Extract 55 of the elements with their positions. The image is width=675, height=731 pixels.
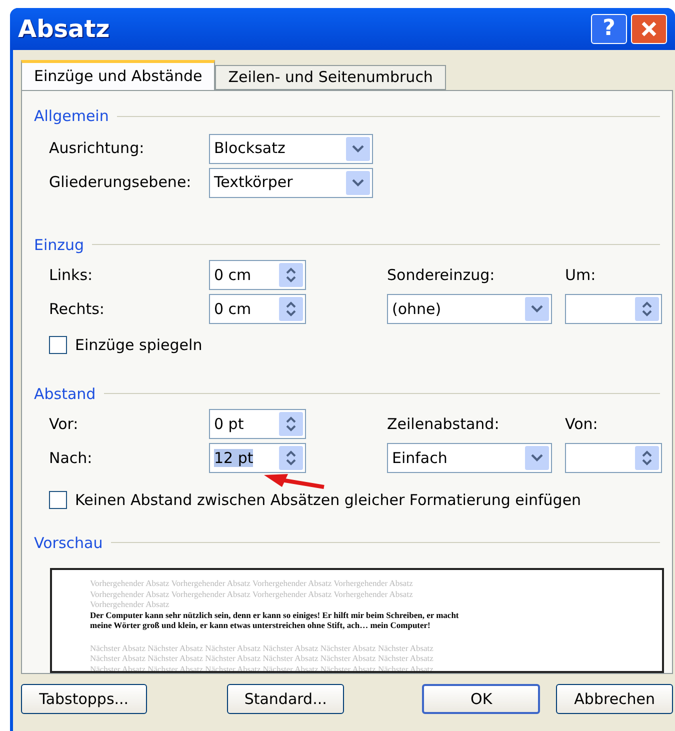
spinner-arrows-icon: [279, 412, 303, 436]
help-button[interactable]: ?: [591, 14, 627, 44]
spinner-arrows-icon: [279, 297, 303, 321]
close-button[interactable]: [631, 14, 667, 44]
section-heading: Vorschau: [34, 532, 103, 554]
section-heading: Einzug: [34, 234, 84, 256]
spin-field[interactable]: 0 cm: [209, 294, 306, 324]
spin-field[interactable]: [565, 294, 662, 324]
preview-line: Nächster Absatz Nächster Absatz Nächster Absatz Nächster Absatz Nächster Absatz Nächster Absatz: [90, 653, 434, 664]
checkbox-label: Einzüge spiegeln: [75, 335, 202, 356]
dropdown-caret-icon: [346, 170, 370, 194]
dialog-button[interactable]: Standard...: [226, 684, 344, 714]
preview-line: meine Wörter groß und klein, er kann etwas unterstreichen ohne Stift, ach… mein Computer!: [90, 620, 432, 630]
spinner-arrows-icon: [279, 446, 303, 470]
dialog-button[interactable]: Tabstopps...: [21, 684, 147, 714]
window-title: Absatz: [18, 14, 111, 45]
dropdown-caret-icon: [525, 446, 549, 470]
field-label: Links:: [49, 264, 94, 286]
spinner-arrows-icon: [279, 263, 303, 287]
spin-field[interactable]: [565, 443, 662, 473]
field-label: Von:: [565, 414, 599, 435]
spin-field[interactable]: 0 pt: [209, 409, 306, 439]
field-label: Ausrichtung:: [49, 138, 146, 160]
dropdown[interactable]: Einfach: [387, 443, 552, 473]
preview-line: Vorhergehender Absatz Vorhergehender Absatz Vorhergehender Absatz Vorhergehender Absatz: [90, 578, 414, 588]
field-label: Rechts:: [49, 298, 106, 320]
dropdown[interactable]: Blocksatz: [209, 134, 373, 164]
dropdown[interactable]: (ohne): [387, 294, 552, 324]
section-heading: Abstand: [34, 384, 96, 404]
close-icon: [640, 20, 658, 38]
field-label: Sondereinzug:: [387, 264, 496, 286]
tab[interactable]: Zeilen- und Seitenumbruch: [215, 65, 446, 90]
dropdown-caret-icon: [346, 136, 370, 160]
field-label: Zeilenabstand:: [387, 414, 500, 435]
field-label: Gliederungsebene:: [49, 172, 192, 194]
preview-line: Der Computer kann sehr nützlich sein, denn er kann so einiges! Er hilft mir beim Schreiben, er macht: [90, 610, 460, 620]
section-heading: Allgemein: [34, 106, 109, 127]
preview-line: Vorhergehender Absatz: [90, 599, 170, 610]
dialog-button[interactable]: OK: [422, 684, 540, 714]
dialog-button[interactable]: Abbrechen: [556, 684, 673, 714]
tab[interactable]: Einzüge und Abstände: [21, 60, 216, 90]
preview-line: Nächster Absatz Nächster Absatz Nächster Absatz Nächster Absatz Nächster Absatz Nächster Absatz: [90, 642, 434, 653]
checkbox[interactable]: [49, 336, 67, 354]
spin-field[interactable]: 12 pt: [209, 443, 306, 473]
dropdown[interactable]: Textkörper: [209, 168, 373, 198]
field-label: Vor:: [49, 414, 80, 435]
field-label: Um:: [565, 264, 597, 286]
spinner-arrows-icon: [635, 446, 659, 470]
spinner-arrows-icon: [635, 297, 659, 321]
checkbox-label: Keinen Abstand zwischen Absätzen gleicher Formatierung einfügen: [75, 490, 582, 511]
field-label: Nach:: [49, 448, 94, 469]
preview-line: Vorhergehender Absatz Vorhergehender Absatz Vorhergehender Absatz Vorhergehender Absatz: [90, 588, 414, 599]
spin-field[interactable]: 0 cm: [209, 260, 306, 290]
checkbox[interactable]: [49, 491, 67, 510]
dropdown-caret-icon: [525, 297, 549, 321]
